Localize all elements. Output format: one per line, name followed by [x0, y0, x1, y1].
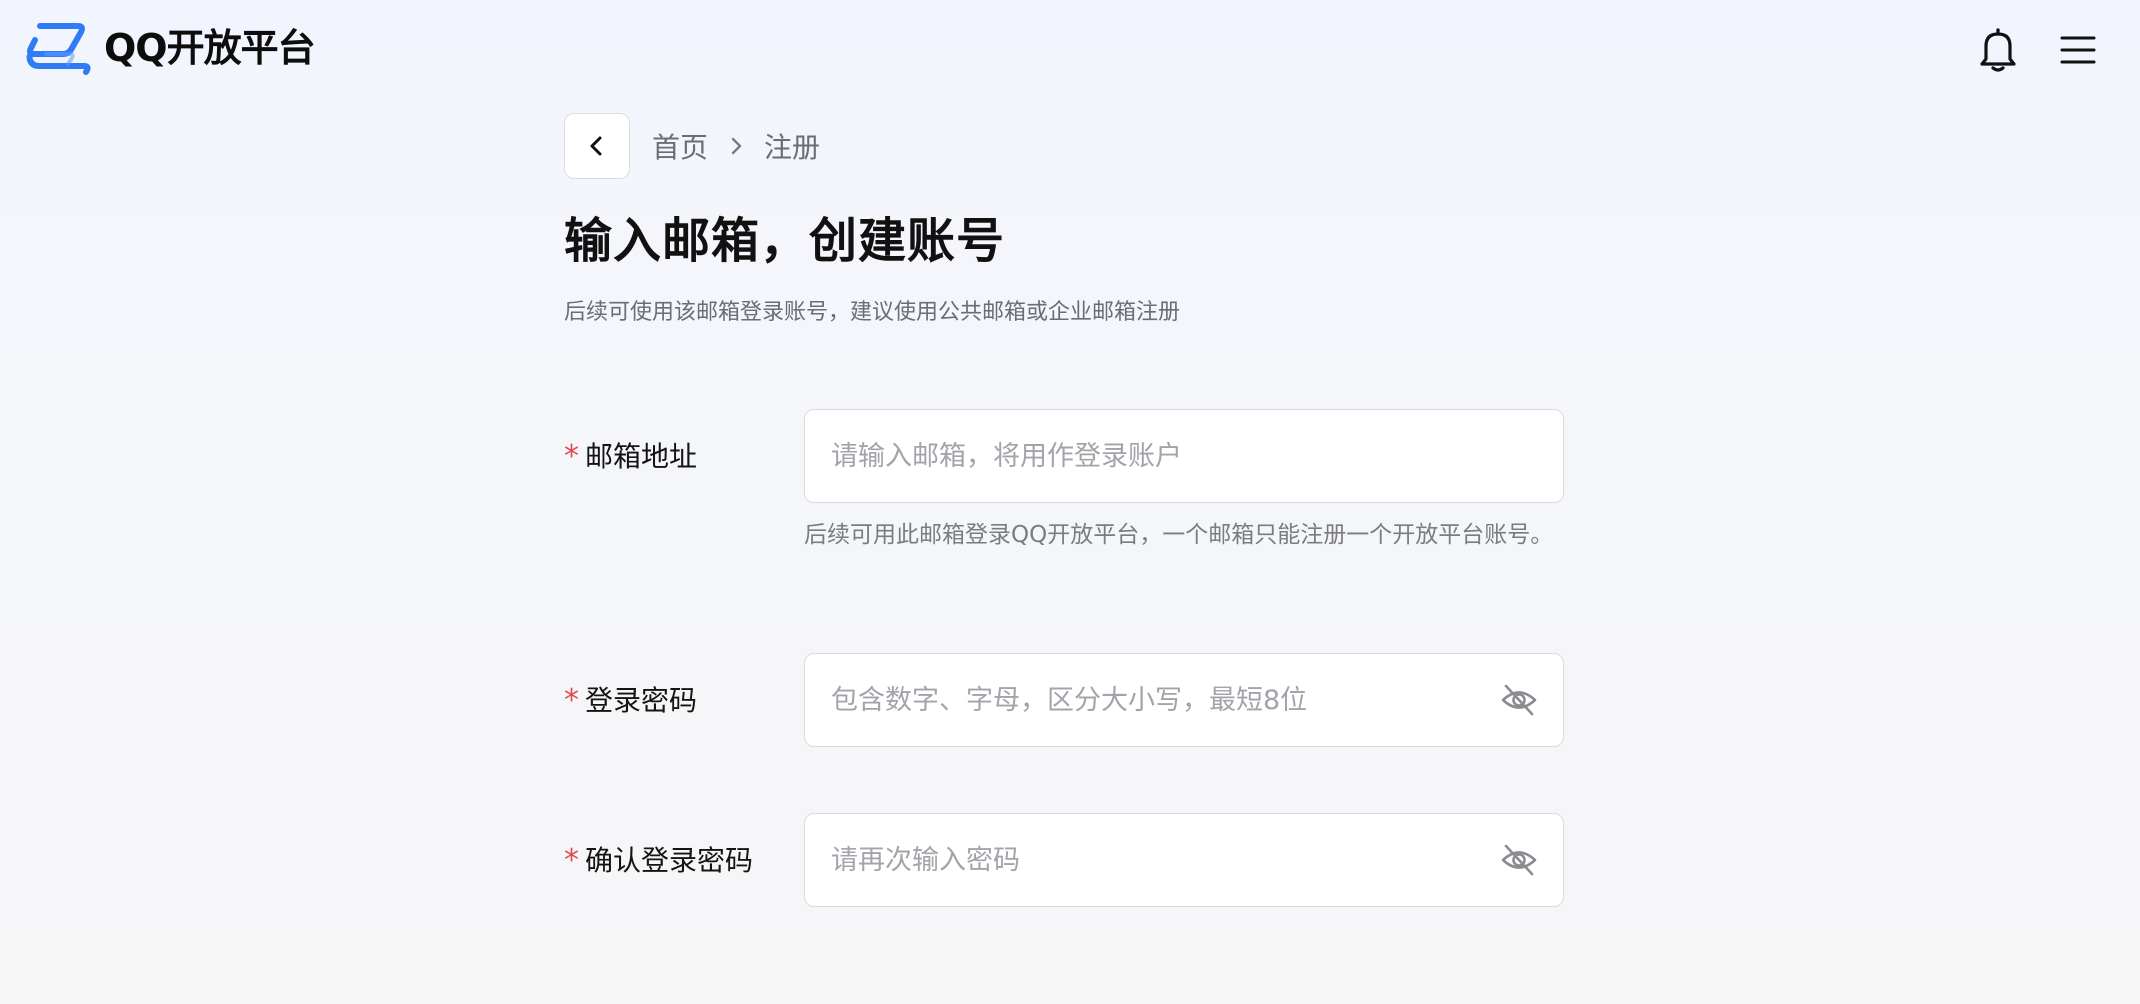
confirm-password-visibility-toggle[interactable]: [1499, 840, 1539, 880]
required-asterisk: *: [564, 843, 579, 878]
password-input-box[interactable]: [804, 653, 1564, 747]
brand-name: QQ开放平台: [104, 26, 316, 70]
qq-open-platform-logo-icon: [26, 23, 91, 75]
confirm-password-input-box[interactable]: [804, 813, 1564, 907]
bell-icon: [1980, 28, 2016, 72]
page-title: 输入邮箱，创建账号: [564, 213, 1006, 269]
email-label-text: 邮箱地址: [585, 440, 698, 473]
eye-off-icon: [1501, 684, 1537, 716]
password-label-text: 登录密码: [585, 684, 698, 717]
confirm-password-label-text: 确认登录密码: [585, 844, 754, 877]
top-header: QQ开放平台: [0, 0, 2140, 100]
password-label: * 登录密码: [564, 681, 697, 721]
required-asterisk: *: [564, 683, 579, 718]
breadcrumb: 首页 注册: [652, 126, 820, 166]
breadcrumb-current: 注册: [764, 131, 821, 164]
email-input-box[interactable]: [804, 409, 1564, 503]
eye-off-icon: [1501, 844, 1537, 876]
email-label: * 邮箱地址: [564, 437, 697, 477]
back-button[interactable]: [564, 113, 630, 179]
password-visibility-toggle[interactable]: [1499, 680, 1539, 720]
password-field[interactable]: [805, 654, 1499, 746]
confirm-password-label: * 确认登录密码: [564, 841, 753, 881]
menu-button[interactable]: [2054, 26, 2102, 74]
brand-logo[interactable]: QQ开放平台: [26, 20, 316, 76]
email-hint: 后续可用此邮箱登录QQ开放平台，一个邮箱只能注册一个开放平台账号。: [804, 522, 1554, 548]
page-subtitle: 后续可使用该邮箱登录账号，建议使用公共邮箱或企业邮箱注册: [564, 300, 1181, 325]
email-field[interactable]: [805, 410, 1563, 502]
confirm-password-field[interactable]: [805, 814, 1499, 906]
hamburger-menu-icon: [2060, 36, 2096, 64]
breadcrumb-home-link[interactable]: 首页: [652, 126, 708, 166]
required-asterisk: *: [564, 439, 579, 474]
chevron-left-icon: [590, 136, 602, 156]
notifications-button[interactable]: [1974, 26, 2022, 74]
chevron-right-icon: [724, 133, 750, 159]
